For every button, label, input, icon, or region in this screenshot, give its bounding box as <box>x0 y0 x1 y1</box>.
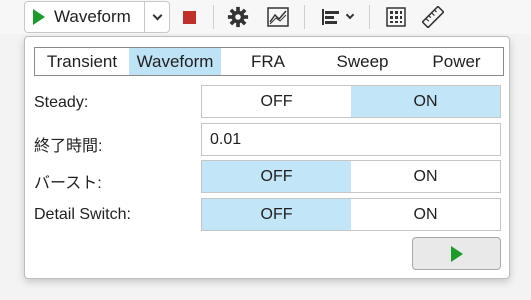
settings-button[interactable] <box>225 5 251 29</box>
execute-button[interactable] <box>412 237 501 270</box>
stop-icon <box>182 10 196 24</box>
analysis-tabs: Transient Waveform FRA Sweep Power <box>34 47 504 76</box>
steady-on-option[interactable]: ON <box>351 86 500 117</box>
burst-off-option[interactable]: OFF <box>202 161 351 192</box>
waveform-view-button[interactable] <box>265 5 291 29</box>
steady-label: Steady: <box>34 94 89 111</box>
align-icon <box>322 9 339 25</box>
detail-switch-toggle: OFF ON <box>201 198 501 231</box>
toolbar-separator <box>304 5 305 29</box>
ruler-button[interactable] <box>420 5 446 29</box>
toolbar: Waveform <box>0 0 531 34</box>
tab-power[interactable]: Power <box>410 48 503 75</box>
stop-button[interactable] <box>178 5 200 29</box>
play-icon <box>33 9 45 25</box>
detail-switch-off-option[interactable]: OFF <box>202 199 351 230</box>
waveform-view-icon <box>267 7 289 27</box>
steady-off-option[interactable]: OFF <box>202 86 351 117</box>
burst-label: バースト: <box>34 175 102 192</box>
ruler-icon <box>422 6 444 28</box>
end-time-label: 終了時間: <box>34 138 103 155</box>
detail-switch-label: Detail Switch: <box>34 206 131 223</box>
tab-fra[interactable]: FRA <box>221 48 315 75</box>
toolbar-separator <box>213 5 214 29</box>
grid-button[interactable] <box>383 5 409 29</box>
chevron-down-icon <box>345 10 355 20</box>
run-split-button: Waveform <box>24 1 170 33</box>
gear-icon <box>227 6 249 28</box>
play-icon <box>450 245 463 262</box>
end-time-input[interactable] <box>201 123 501 156</box>
burst-toggle: OFF ON <box>201 160 501 193</box>
grid-icon <box>386 7 406 27</box>
steady-toggle: OFF ON <box>201 85 501 118</box>
run-button-label: Waveform <box>54 7 131 26</box>
chevron-down-icon <box>152 10 162 20</box>
toolbar-separator <box>369 5 370 29</box>
tab-sweep[interactable]: Sweep <box>315 48 410 75</box>
align-dropdown-button[interactable] <box>317 5 357 29</box>
detail-switch-on-option[interactable]: ON <box>351 199 500 230</box>
run-dropdown-button[interactable] <box>145 2 169 32</box>
tab-waveform[interactable]: Waveform <box>129 48 221 75</box>
run-waveform-button[interactable]: Waveform <box>25 2 145 32</box>
tab-transient[interactable]: Transient <box>35 48 129 75</box>
burst-on-option[interactable]: ON <box>351 161 500 192</box>
waveform-settings-panel: Transient Waveform FRA Sweep Power Stead… <box>24 36 510 279</box>
